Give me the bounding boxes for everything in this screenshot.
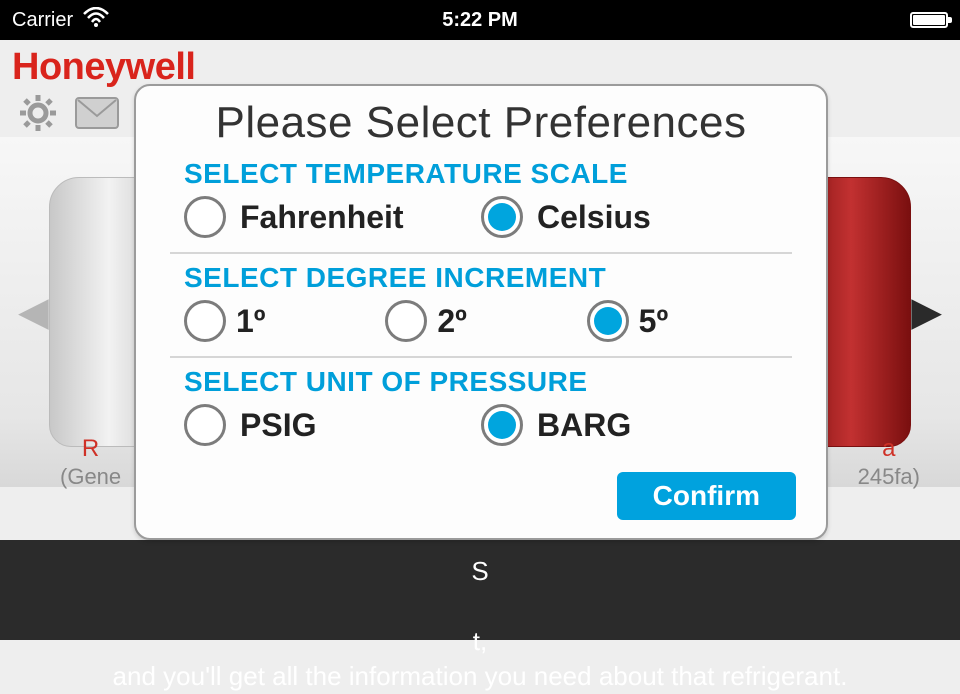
status-right bbox=[910, 12, 948, 28]
option-label: 2º bbox=[437, 303, 466, 340]
option-celsius[interactable]: Celsius bbox=[481, 196, 778, 238]
confirm-button[interactable]: Confirm bbox=[617, 472, 796, 520]
option-label: Celsius bbox=[537, 199, 651, 236]
option-barg[interactable]: BARG bbox=[481, 404, 778, 446]
option-1deg[interactable]: 1º bbox=[184, 300, 375, 342]
preferences-modal: Please Select Preferences SELECT TEMPERA… bbox=[134, 84, 828, 540]
status-left: Carrier bbox=[12, 7, 109, 33]
radio-icon bbox=[481, 196, 523, 238]
section-increment-label: SELECT DEGREE INCREMENT bbox=[184, 262, 800, 294]
section-pressure-label: SELECT UNIT OF PRESSURE bbox=[184, 366, 800, 398]
option-fahrenheit[interactable]: Fahrenheit bbox=[184, 196, 481, 238]
status-bar: Carrier 5:22 PM bbox=[0, 0, 960, 40]
option-2deg[interactable]: 2º bbox=[385, 300, 576, 342]
option-label: PSIG bbox=[240, 407, 316, 444]
radio-icon bbox=[481, 404, 523, 446]
pressure-options: PSIG BARG bbox=[162, 404, 800, 460]
status-time: 5:22 PM bbox=[442, 9, 518, 32]
wifi-icon bbox=[83, 7, 109, 33]
radio-icon bbox=[184, 196, 226, 238]
modal-title: Please Select Preferences bbox=[162, 98, 800, 148]
carrier-label: Carrier bbox=[12, 9, 73, 32]
option-label: 5º bbox=[639, 303, 668, 340]
radio-icon bbox=[184, 300, 226, 342]
option-label: 1º bbox=[236, 303, 265, 340]
option-label: Fahrenheit bbox=[240, 199, 404, 236]
option-psig[interactable]: PSIG bbox=[184, 404, 481, 446]
option-5deg[interactable]: 5º bbox=[587, 300, 778, 342]
section-temperature-label: SELECT TEMPERATURE SCALE bbox=[184, 158, 800, 190]
option-label: BARG bbox=[537, 407, 631, 444]
radio-icon bbox=[385, 300, 427, 342]
battery-icon bbox=[910, 12, 948, 28]
confirm-row: Confirm bbox=[162, 472, 800, 520]
instructions-line2: and you'll get all the information you n… bbox=[113, 661, 848, 691]
increment-options: 1º 2º 5º bbox=[162, 300, 800, 356]
divider bbox=[170, 252, 792, 254]
temperature-options: Fahrenheit Celsius bbox=[162, 196, 800, 252]
radio-icon bbox=[587, 300, 629, 342]
modal-overlay: Please Select Preferences SELECT TEMPERA… bbox=[0, 40, 960, 640]
divider bbox=[170, 356, 792, 358]
radio-icon bbox=[184, 404, 226, 446]
